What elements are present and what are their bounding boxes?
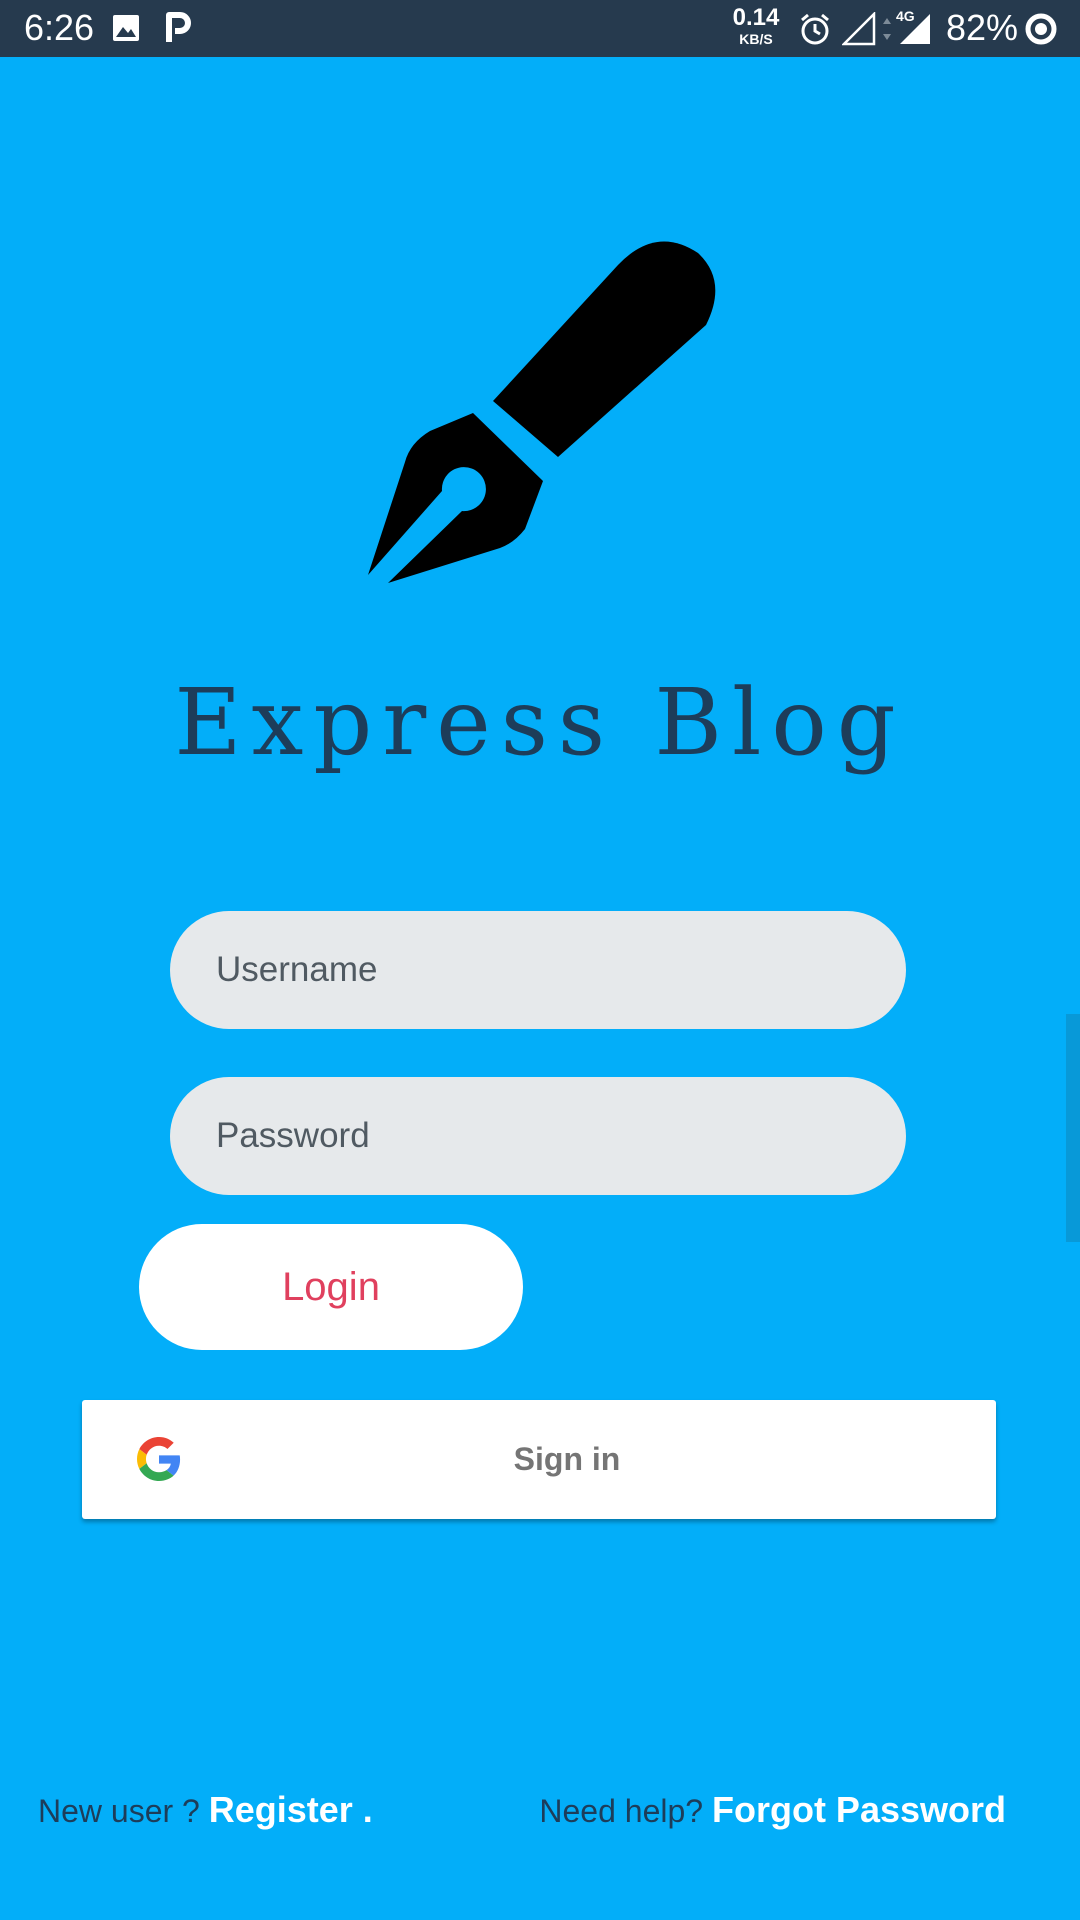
network-speed-value: 0.14 (732, 4, 780, 31)
network-speed-unit: KB/S (739, 31, 773, 47)
data-arrows-icon (883, 18, 891, 40)
battery-ring-icon (1025, 13, 1057, 45)
alarm-icon (801, 13, 829, 45)
login-button[interactable]: Login (139, 1224, 523, 1350)
google-signin-button[interactable]: Sign in (82, 1400, 996, 1519)
username-input[interactable] (170, 911, 906, 1029)
status-time: 6:26 (24, 7, 95, 48)
fountain-pen-icon (368, 241, 716, 583)
signal-full-icon (900, 14, 930, 44)
scrollbar[interactable] (1066, 1014, 1080, 1242)
register-row: New user ? Register . (38, 1785, 373, 1836)
forgot-row: Need help? Forgot Password (539, 1785, 1006, 1836)
app-title: Express Blog (174, 669, 906, 776)
forgot-password-link[interactable]: Forgot Password (712, 1789, 1006, 1830)
need-help-text: Need help? (539, 1793, 704, 1829)
google-signin-label: Sign in (513, 1441, 621, 1477)
password-input[interactable] (170, 1077, 906, 1195)
battery-percent: 82% (946, 7, 1019, 48)
signal-empty-icon (842, 12, 876, 46)
status-bar: 6:26 0.14 KB/S 4G 82% (0, 0, 1080, 57)
register-link[interactable]: Register . (209, 1789, 373, 1830)
image-icon (113, 15, 139, 41)
new-user-text: New user ? (38, 1793, 200, 1829)
network-speed: 0.14 KB/S (728, 4, 784, 47)
p-app-icon (166, 12, 191, 42)
